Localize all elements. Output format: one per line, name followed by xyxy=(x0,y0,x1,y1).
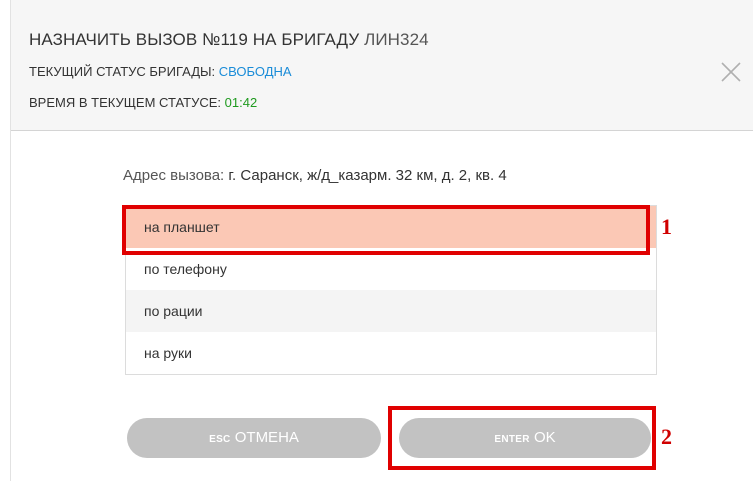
time-label: ВРЕМЯ В ТЕКУЩЕМ СТАТУСЕ: xyxy=(29,95,222,110)
time-value: 01:42 xyxy=(224,95,258,110)
address-value: г. Саранск, ж/д_казарм. 32 км, д. 2, кв.… xyxy=(228,167,507,184)
option-tablet[interactable]: на планшет xyxy=(126,206,656,248)
address-label: Адрес вызова: xyxy=(123,167,225,184)
option-phone[interactable]: по телефону xyxy=(126,248,656,290)
brigade-code: ЛИН324 xyxy=(364,30,429,49)
ok-button[interactable]: ENTER OK xyxy=(399,418,651,458)
assign-call-dialog: НАЗНАЧИТЬ ВЫЗОВ №119 НА БРИГАДУ ЛИН324 Т… xyxy=(10,0,753,481)
option-label: на планшет xyxy=(144,219,220,235)
ok-label: OK xyxy=(533,429,556,446)
close-icon[interactable] xyxy=(717,58,745,86)
call-address: Адрес вызова: г. Саранск, ж/д_казарм. 32… xyxy=(123,167,507,184)
dialog-title: НАЗНАЧИТЬ ВЫЗОВ №119 НА БРИГАДУ ЛИН324 xyxy=(29,30,429,50)
status-label: ТЕКУЩИЙ СТАТУС БРИГАДЫ: xyxy=(29,64,216,79)
option-label: на руки xyxy=(144,345,192,361)
option-label: по рации xyxy=(144,303,203,319)
option-in-hand[interactable]: на руки xyxy=(126,332,656,374)
marker-1: 1 xyxy=(661,214,672,239)
title-prefix: НАЗНАЧИТЬ ВЫЗОВ №119 НА БРИГАДУ xyxy=(29,30,360,49)
cancel-button[interactable]: ESC ОТМЕНА xyxy=(127,418,381,458)
marker-2: 2 xyxy=(661,424,672,449)
option-label: по телефону xyxy=(144,261,227,277)
cancel-label: ОТМЕНА xyxy=(234,429,299,446)
option-radio[interactable]: по рации xyxy=(126,290,656,332)
delivery-method-list: на планшет по телефону по рации на руки xyxy=(125,205,657,375)
status-time-line: ВРЕМЯ В ТЕКУЩЕМ СТАТУСЕ: 01:42 xyxy=(29,95,257,110)
dialog-header: НАЗНАЧИТЬ ВЫЗОВ №119 НА БРИГАДУ ЛИН324 Т… xyxy=(11,0,753,131)
brigade-status-line: ТЕКУЩИЙ СТАТУС БРИГАДЫ: СВОБОДНА xyxy=(29,64,292,79)
cancel-key-hint: ESC xyxy=(209,434,231,445)
status-value: СВОБОДНА xyxy=(218,64,292,79)
ok-key-hint: ENTER xyxy=(494,434,530,445)
